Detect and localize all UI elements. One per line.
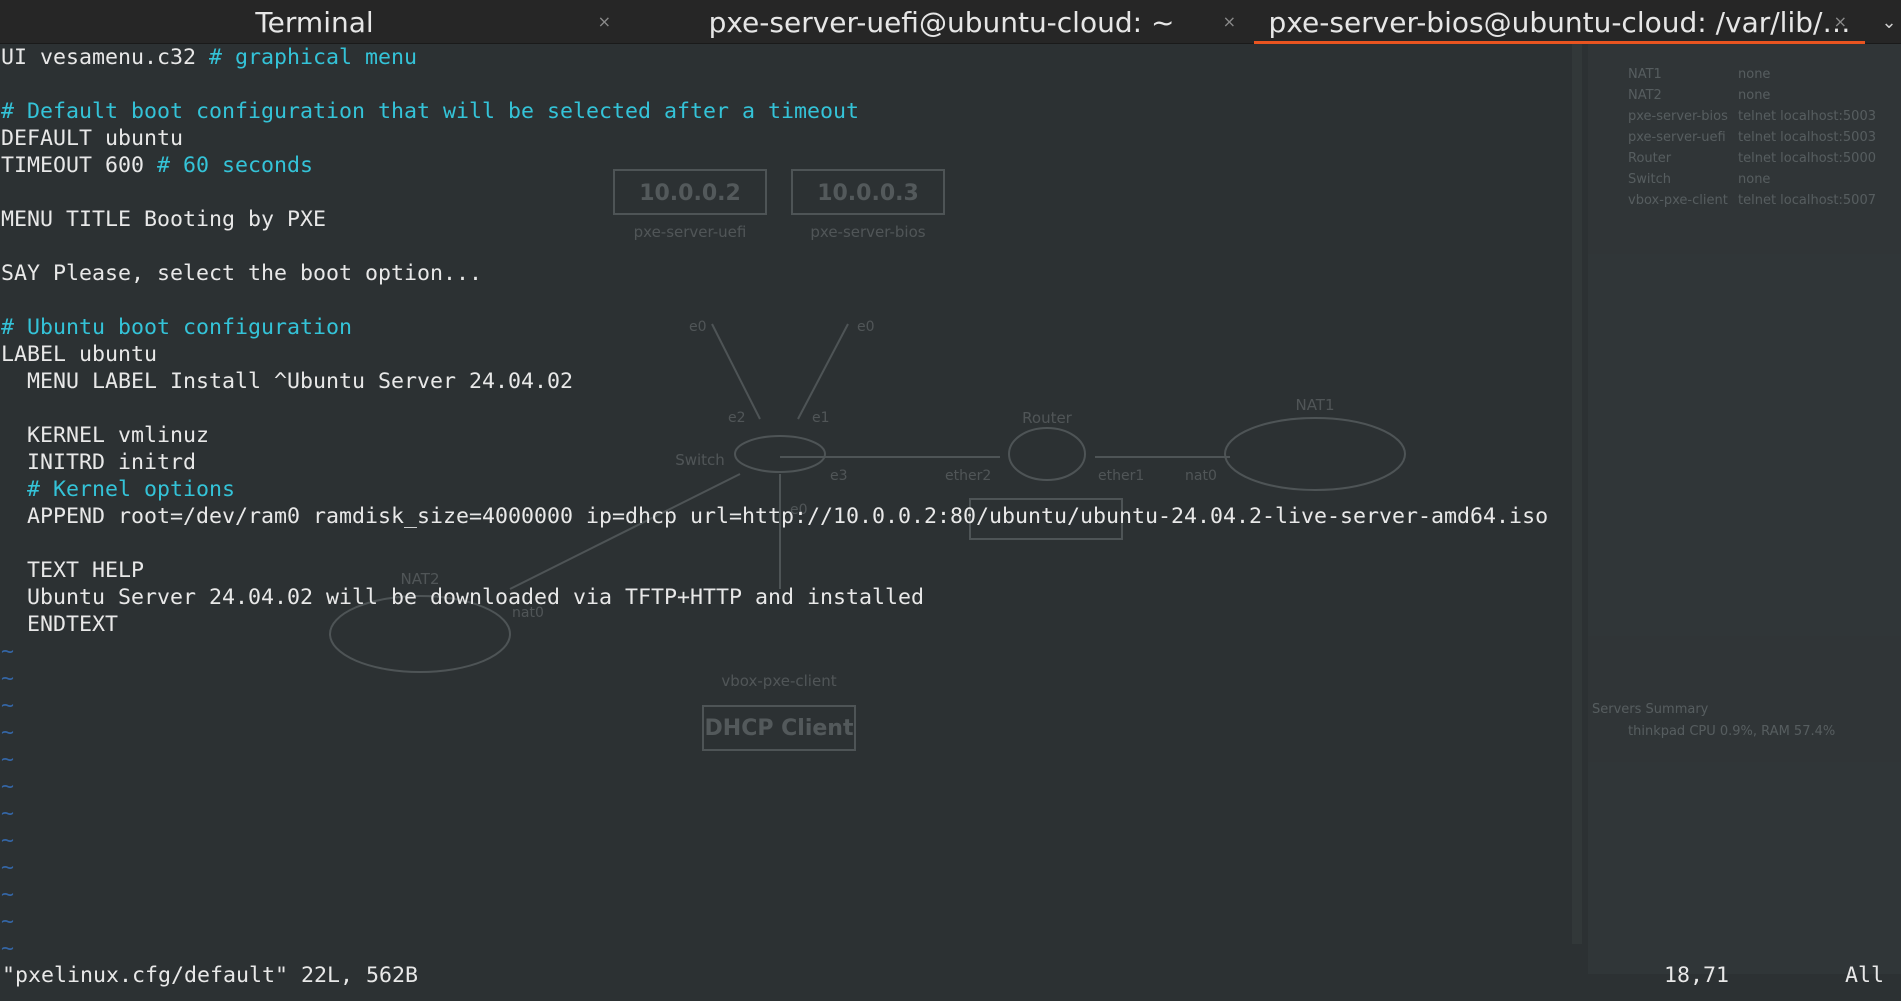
empty-line-tilde: ~ [1,855,15,880]
editor-line[interactable]: # Kernel options [1,476,1548,503]
servers-summary-row: thinkpad CPU 0.9%, RAM 57.4% [1628,724,1836,739]
editor-line[interactable] [1,395,1548,422]
code-text: TIMEOUT 600 [1,153,158,178]
code-text: MENU LABEL Install ^Ubuntu Server 24.04.… [1,369,574,394]
empty-line-tilde: ~ [1,720,15,745]
editor-line[interactable] [1,233,1548,260]
code-text: SAY Please, select the boot option... [1,261,483,286]
close-icon[interactable]: × [1223,12,1236,31]
empty-line-tilde: ~ [1,882,15,907]
tab-label: pxe-server-uefi@ubuntu-cloud: ~ [708,5,1175,39]
comment-text: # Kernel options [27,477,236,502]
editor-line[interactable] [1,71,1548,98]
editor-line[interactable]: Ubuntu Server 24.04.02 will be downloade… [1,584,1548,611]
editor-line[interactable]: KERNEL vmlinuz [1,422,1548,449]
background-node-list: NAT1 none NAT2 none pxe-server-bios telnet … [1628,64,1876,211]
editor-line[interactable]: APPEND root=/dev/ram0 ramdisk_size=40000… [1,503,1548,530]
editor-line[interactable]: MENU LABEL Install ^Ubuntu Server 24.04.… [1,368,1548,395]
cursor-position: 18,71 [1664,963,1730,988]
empty-line-tilde: ~ [1,747,15,772]
editor-line[interactable] [1,287,1548,314]
editor-line[interactable]: ENDTEXT [1,611,1548,638]
scroll-indicator: All [1845,963,1885,988]
editor-line[interactable]: TEXT HELP [1,557,1548,584]
code-text: DEFAULT ubuntu [1,126,184,151]
empty-line-tilde: ~ [1,666,15,691]
node-row: pxe-server-uefi telnet localhost:5003 [1628,130,1876,145]
editor-line[interactable]: # Ubuntu boot configuration [1,314,1548,341]
editor-line[interactable] [1,530,1548,557]
terminal-tab-bar: Terminal × pxe-server-uefi@ubuntu-cloud:… [0,0,1901,44]
empty-line-tilde: ~ [1,693,15,718]
close-icon[interactable]: × [598,12,611,31]
code-text: APPEND root=/dev/ram0 ramdisk_size=40000… [1,504,1549,529]
tab-terminal[interactable]: Terminal × [0,0,629,44]
empty-line-tilde: ~ [1,828,15,853]
node-row: vbox-pxe-client telnet localhost:5007 [1628,193,1876,208]
servers-summary-title: Servers Summary [1592,702,1709,717]
code-text: ENDTEXT [1,612,119,637]
code-text: TEXT HELP [1,558,145,583]
editor-line[interactable]: TIMEOUT 600 # 60 seconds [1,152,1548,179]
comment-text: # Ubuntu boot configuration [1,315,353,340]
tab-pxe-server-bios[interactable]: pxe-server-bios@ubuntu-cloud: /var/lib/…… [1254,0,1865,44]
file-info: "pxelinux.cfg/default" 22L, 562B [2,963,419,988]
editor-line[interactable]: DEFAULT ubuntu [1,125,1548,152]
editor-line[interactable]: LABEL ubuntu [1,341,1548,368]
tab-pxe-server-uefi[interactable]: pxe-server-uefi@ubuntu-cloud: ~ × [629,0,1254,44]
editor-line[interactable]: INITRD initrd [1,449,1548,476]
code-text: LABEL ubuntu [1,342,158,367]
comment-text: # graphical menu [209,45,418,70]
editor-line[interactable]: # Default boot configuration that will b… [1,98,1548,125]
code-text: Ubuntu Server 24.04.02 will be downloade… [1,585,925,610]
node-row: Switch none [1628,172,1771,187]
node-row: pxe-server-bios telnet localhost:5003 [1628,109,1876,124]
tab-label: pxe-server-bios@ubuntu-cloud: /var/lib/… [1268,5,1851,39]
vim-status-line: "pxelinux.cfg/default" 22L, 562B 18,71 A… [0,956,1901,996]
terminal-scrollbar[interactable] [1572,44,1582,944]
empty-line-tilde: ~ [1,909,15,934]
node-row: Router telnet localhost:5000 [1628,151,1876,166]
node-row: NAT2 none [1628,88,1771,103]
code-text: KERNEL vmlinuz [1,423,210,448]
background-node-panel: NAT1 none NAT2 none pxe-server-bios telnet … [1588,44,1901,974]
code-text: INITRD initrd [1,450,197,475]
terminal-view[interactable]: 10.0.0.2 10.0.0.3 DHCP Client pxe-server… [0,44,1901,1001]
chevron-down-icon[interactable]: ⌄ [1877,0,1901,44]
close-icon[interactable]: × [1834,12,1847,31]
code-text: UI vesamenu.c32 [1,45,210,70]
editor-line[interactable]: UI vesamenu.c32 # graphical menu [1,44,1548,71]
empty-line-tilde: ~ [1,801,15,826]
node-row: NAT1 none [1628,67,1771,82]
vim-buffer[interactable]: UI vesamenu.c32 # graphical menu # Defaul… [1,44,1548,962]
editor-line[interactable]: SAY Please, select the boot option... [1,260,1548,287]
empty-line-tilde: ~ [1,774,15,799]
comment-text: # Default boot configuration that will b… [1,99,860,124]
editor-line[interactable] [1,179,1548,206]
code-text: MENU TITLE Booting by PXE [1,207,327,232]
tab-label: Terminal [255,5,374,39]
editor-line[interactable]: MENU TITLE Booting by PXE [1,206,1548,233]
comment-text: # 60 seconds [157,153,314,178]
empty-line-tilde: ~ [1,639,15,664]
